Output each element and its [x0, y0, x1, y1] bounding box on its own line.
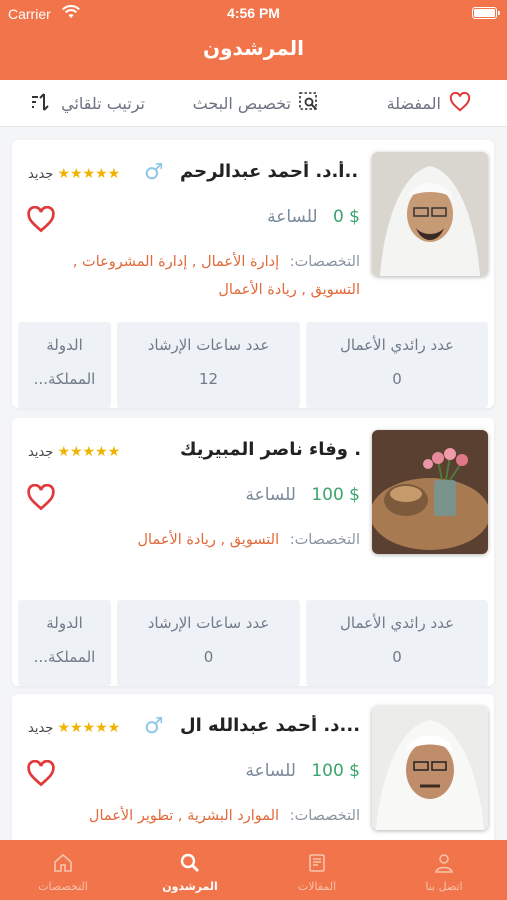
tab-label: اتصل بنا	[425, 880, 463, 893]
user-icon	[381, 853, 507, 876]
mentor-photo	[372, 706, 488, 830]
stat-value: 0	[392, 370, 402, 388]
favorites-button[interactable]: المفضلة	[387, 80, 471, 127]
tab-label: المقالات	[297, 880, 337, 893]
mentor-photo	[372, 430, 488, 554]
clock: 4:56 PM	[227, 5, 280, 21]
tab-specialties[interactable]: التخصصات	[0, 840, 126, 900]
battery-icon	[472, 7, 500, 19]
price-unit: للساعة	[267, 207, 318, 227]
app-header: Carrier 4:56 PM المرشدون	[0, 0, 507, 80]
hourly-price: $ 100 للساعة	[245, 761, 360, 781]
favorite-heart-icon[interactable]	[26, 205, 56, 237]
specialties-value: الموارد البشرية , تطوير الأعمال	[88, 808, 280, 824]
new-badge: جديد	[28, 445, 54, 460]
specialties-value: التسويق , ريادة الأعمال	[137, 532, 280, 548]
stat-label: عدد ساعات الإرشاد	[147, 614, 270, 632]
filter-toolbar: المفضلة تخصيص البحث ترتيب تلقائي	[0, 80, 507, 127]
mentor-card[interactable]: أ.د. أحمد عبدالرحم... ♂ ★★★★★ جديد $ 0 ل…	[12, 140, 494, 408]
price-amount: $ 0	[332, 207, 360, 227]
tab-articles[interactable]: المقالات	[254, 840, 380, 900]
rating: ★★★★★ جديد	[28, 720, 121, 736]
mentor-photo	[372, 152, 488, 276]
price-unit: للساعة	[245, 485, 296, 505]
tab-bar: التخصصات المرشدون المقالات اتصل بنا	[0, 840, 507, 900]
status-bar: Carrier 4:56 PM	[0, 0, 507, 28]
home-icon	[0, 853, 126, 876]
sort-icon	[31, 92, 53, 116]
stat-value: المملكة...	[33, 370, 96, 388]
male-icon: ♂	[144, 714, 164, 739]
mentor-card[interactable]: د. أحمد عبدالله ال... ♂ ★★★★★ جديد $ 100…	[12, 694, 494, 840]
price-amount: $ 100	[311, 485, 360, 505]
stat-label: عدد رائدي الأعمال	[339, 336, 455, 354]
hourly-price: $ 100 للساعة	[245, 485, 360, 505]
book-icon	[254, 853, 380, 876]
price-amount: $ 100	[311, 761, 360, 781]
tab-label: المرشدون	[162, 880, 218, 893]
mentor-stats: عدد رائدي الأعمال 0 عدد ساعات الإرشاد 12…	[18, 322, 488, 408]
stat-value: 0	[392, 648, 402, 666]
stat-label: عدد ساعات الإرشاد	[147, 336, 270, 354]
new-badge: جديد	[28, 167, 54, 182]
stat-country: الدولة المملكة...	[18, 322, 111, 408]
hourly-price: $ 0 للساعة	[267, 207, 360, 227]
tab-contact[interactable]: اتصل بنا	[381, 840, 507, 900]
mentor-name[interactable]: أ.د. أحمد عبدالرحم...	[180, 161, 360, 182]
stars-icon: ★★★★★	[57, 166, 121, 182]
stat-country: الدولة المملكة...	[18, 600, 111, 686]
stat-hours: عدد ساعات الإرشاد 0	[117, 600, 300, 686]
heart-outline-icon	[449, 91, 471, 116]
mentor-list[interactable]: أ.د. أحمد عبدالرحم... ♂ ★★★★★ جديد $ 0 ل…	[0, 128, 507, 840]
specialties: التخصصات: إدارة الأعمال , إدارة المشروعا…	[40, 248, 360, 304]
mentor-name[interactable]: د. أحمد عبدالله ال...	[180, 715, 360, 736]
stat-value: 0	[203, 648, 214, 666]
specialties: التخصصات: الموارد البشرية , تطوير الأعما…	[40, 802, 360, 830]
male-icon: ♂	[144, 160, 164, 185]
favorites-label: المفضلة	[386, 94, 441, 113]
mentor-stats: عدد رائدي الأعمال 0 عدد ساعات الإرشاد 0 …	[18, 600, 488, 686]
mentor-name[interactable]: أ.د. وفاء ناصر المبيريك	[180, 439, 360, 460]
tab-mentors[interactable]: المرشدون	[127, 840, 253, 900]
specialties-label: التخصصات:	[289, 808, 360, 824]
stat-hours: عدد ساعات الإرشاد 12	[117, 322, 300, 408]
stars-icon: ★★★★★	[57, 444, 121, 460]
favorite-heart-icon[interactable]	[26, 483, 56, 515]
customize-search-button[interactable]: تخصيص البحث	[193, 80, 319, 127]
specialties-label: التخصصات:	[289, 532, 360, 548]
tab-label: التخصصات	[38, 880, 88, 893]
stat-entrepreneurs: عدد رائدي الأعمال 0	[306, 600, 488, 686]
rating: ★★★★★ جديد	[28, 444, 121, 460]
search-icon	[127, 853, 253, 876]
mentor-card[interactable]: أ.د. وفاء ناصر المبيريك ★★★★★ جديد $ 100…	[12, 418, 494, 686]
stat-entrepreneurs: عدد رائدي الأعمال 0	[306, 322, 488, 408]
customize-search-label: تخصيص البحث	[192, 94, 291, 113]
sort-button[interactable]: ترتيب تلقائي	[31, 80, 145, 127]
stat-value: 12	[198, 370, 219, 388]
search-frame-icon	[299, 91, 319, 116]
stat-label: عدد رائدي الأعمال	[339, 614, 455, 632]
price-unit: للساعة	[245, 761, 296, 781]
rating: ★★★★★ جديد	[28, 166, 121, 182]
stat-value: المملكة...	[33, 648, 96, 666]
page-title: المرشدون	[203, 36, 304, 60]
sort-label: ترتيب تلقائي	[61, 94, 145, 113]
stars-icon: ★★★★★	[57, 720, 121, 736]
stat-label: الدولة	[46, 336, 83, 354]
specialties: التخصصات: التسويق , ريادة الأعمال	[40, 526, 360, 554]
favorite-heart-icon[interactable]	[26, 759, 56, 791]
stat-label: الدولة	[46, 614, 83, 632]
specialties-label: التخصصات:	[289, 254, 360, 270]
new-badge: جديد	[28, 721, 54, 736]
